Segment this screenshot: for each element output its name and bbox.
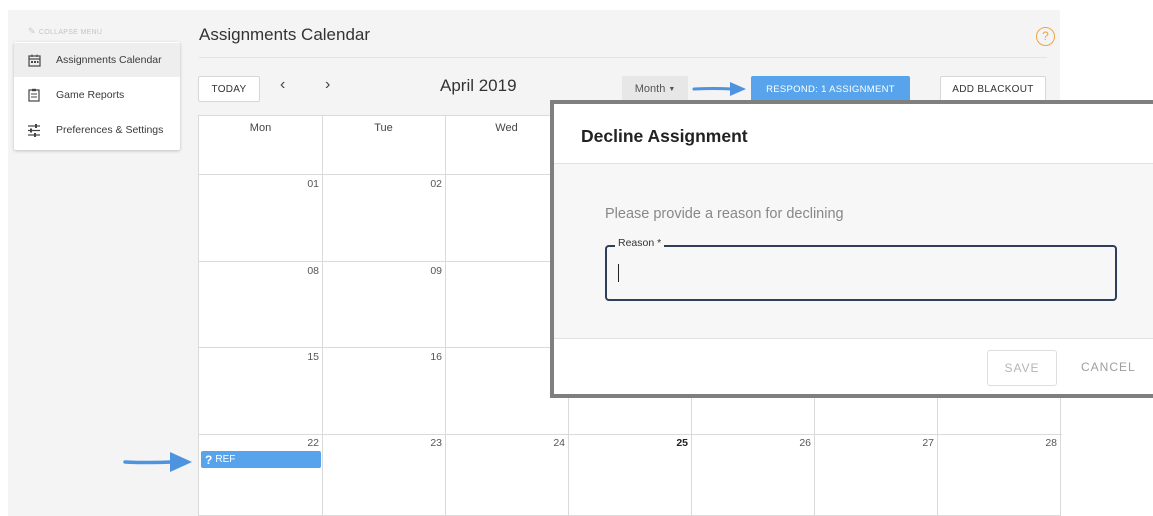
grid-line — [199, 434, 1062, 435]
sidebar-item-assignments-calendar[interactable]: Assignments Calendar — [14, 43, 180, 77]
day-cell-number[interactable]: 15 — [289, 351, 319, 363]
pointer-arrow-icon — [123, 452, 192, 472]
sidebar-item-label: Preferences & Settings — [56, 124, 164, 136]
today-button[interactable]: TODAY — [198, 76, 260, 102]
respond-assignment-button[interactable]: RESPOND: 1 ASSIGNMENT — [751, 76, 910, 102]
question-icon: ? — [205, 452, 213, 467]
dialog-divider — [554, 338, 1153, 339]
cancel-button[interactable]: CANCEL — [1081, 360, 1136, 374]
weekday-header-mon: Mon — [249, 122, 272, 134]
next-month-button[interactable]: › — [325, 76, 330, 94]
sidebar-item-preferences-settings[interactable]: Preferences & Settings — [14, 113, 180, 147]
help-icon[interactable]: ? — [1036, 27, 1055, 46]
pin-icon: ✎ — [28, 26, 36, 36]
decline-prompt: Please provide a reason for declining — [605, 206, 844, 222]
day-cell-number[interactable]: 09 — [412, 265, 442, 277]
reason-field[interactable]: Reason * — [605, 237, 1117, 301]
side-menu: Assignments Calendar Game Reports Prefer… — [14, 42, 180, 150]
dialog-title: Decline Assignment — [581, 126, 748, 146]
dialog-body: Please provide a reason for declining Re… — [554, 164, 1153, 338]
sliders-icon — [26, 123, 42, 137]
sidebar-item-game-reports[interactable]: Game Reports — [14, 78, 180, 112]
weekday-header-tue: Tue — [374, 122, 393, 134]
day-cell-number[interactable]: 24 — [535, 437, 565, 449]
reason-label: Reason * — [615, 237, 665, 249]
prev-month-button[interactable]: ‹ — [280, 76, 285, 94]
assignment-event-chip[interactable]: ? REF — [201, 451, 321, 468]
caret-down-icon: ▼ — [668, 85, 676, 93]
day-cell-number[interactable]: 02 — [412, 178, 442, 190]
add-blackout-button[interactable]: ADD BLACKOUT — [940, 76, 1046, 102]
day-cell-number[interactable]: 08 — [289, 265, 319, 277]
day-cell-number[interactable]: 23 — [412, 437, 442, 449]
event-label: REF — [215, 454, 236, 465]
view-select[interactable]: Month ▼ — [622, 76, 688, 102]
save-button[interactable]: SAVE — [987, 350, 1057, 386]
month-title: April 2019 — [440, 76, 517, 95]
day-cell-number[interactable]: 01 — [289, 178, 319, 190]
text-cursor — [618, 264, 619, 282]
page-title: Assignments Calendar — [199, 25, 371, 44]
calendar-icon — [26, 53, 42, 67]
day-cell-number[interactable]: 27 — [904, 437, 934, 449]
grid-line — [322, 116, 323, 516]
view-select-value: Month — [634, 83, 666, 95]
day-cell-number[interactable]: 28 — [1027, 437, 1057, 449]
decline-assignment-dialog: Decline Assignment Please provide a reas… — [550, 100, 1153, 398]
grid-line — [445, 116, 446, 516]
sidebar-item-label: Game Reports — [56, 89, 125, 101]
day-cell-number-today[interactable]: 25 — [658, 437, 688, 449]
day-cell-number[interactable]: 16 — [412, 351, 442, 363]
clipboard-icon — [26, 88, 42, 102]
collapse-menu-toggle[interactable]: ✎ COLLAPSE MENU — [28, 26, 102, 37]
day-cell-number[interactable]: 22 — [289, 437, 319, 449]
sidebar-item-label: Assignments Calendar — [56, 54, 162, 66]
day-cell-number[interactable]: 26 — [781, 437, 811, 449]
pointer-arrow-icon — [692, 82, 746, 96]
title-divider — [199, 57, 1047, 58]
